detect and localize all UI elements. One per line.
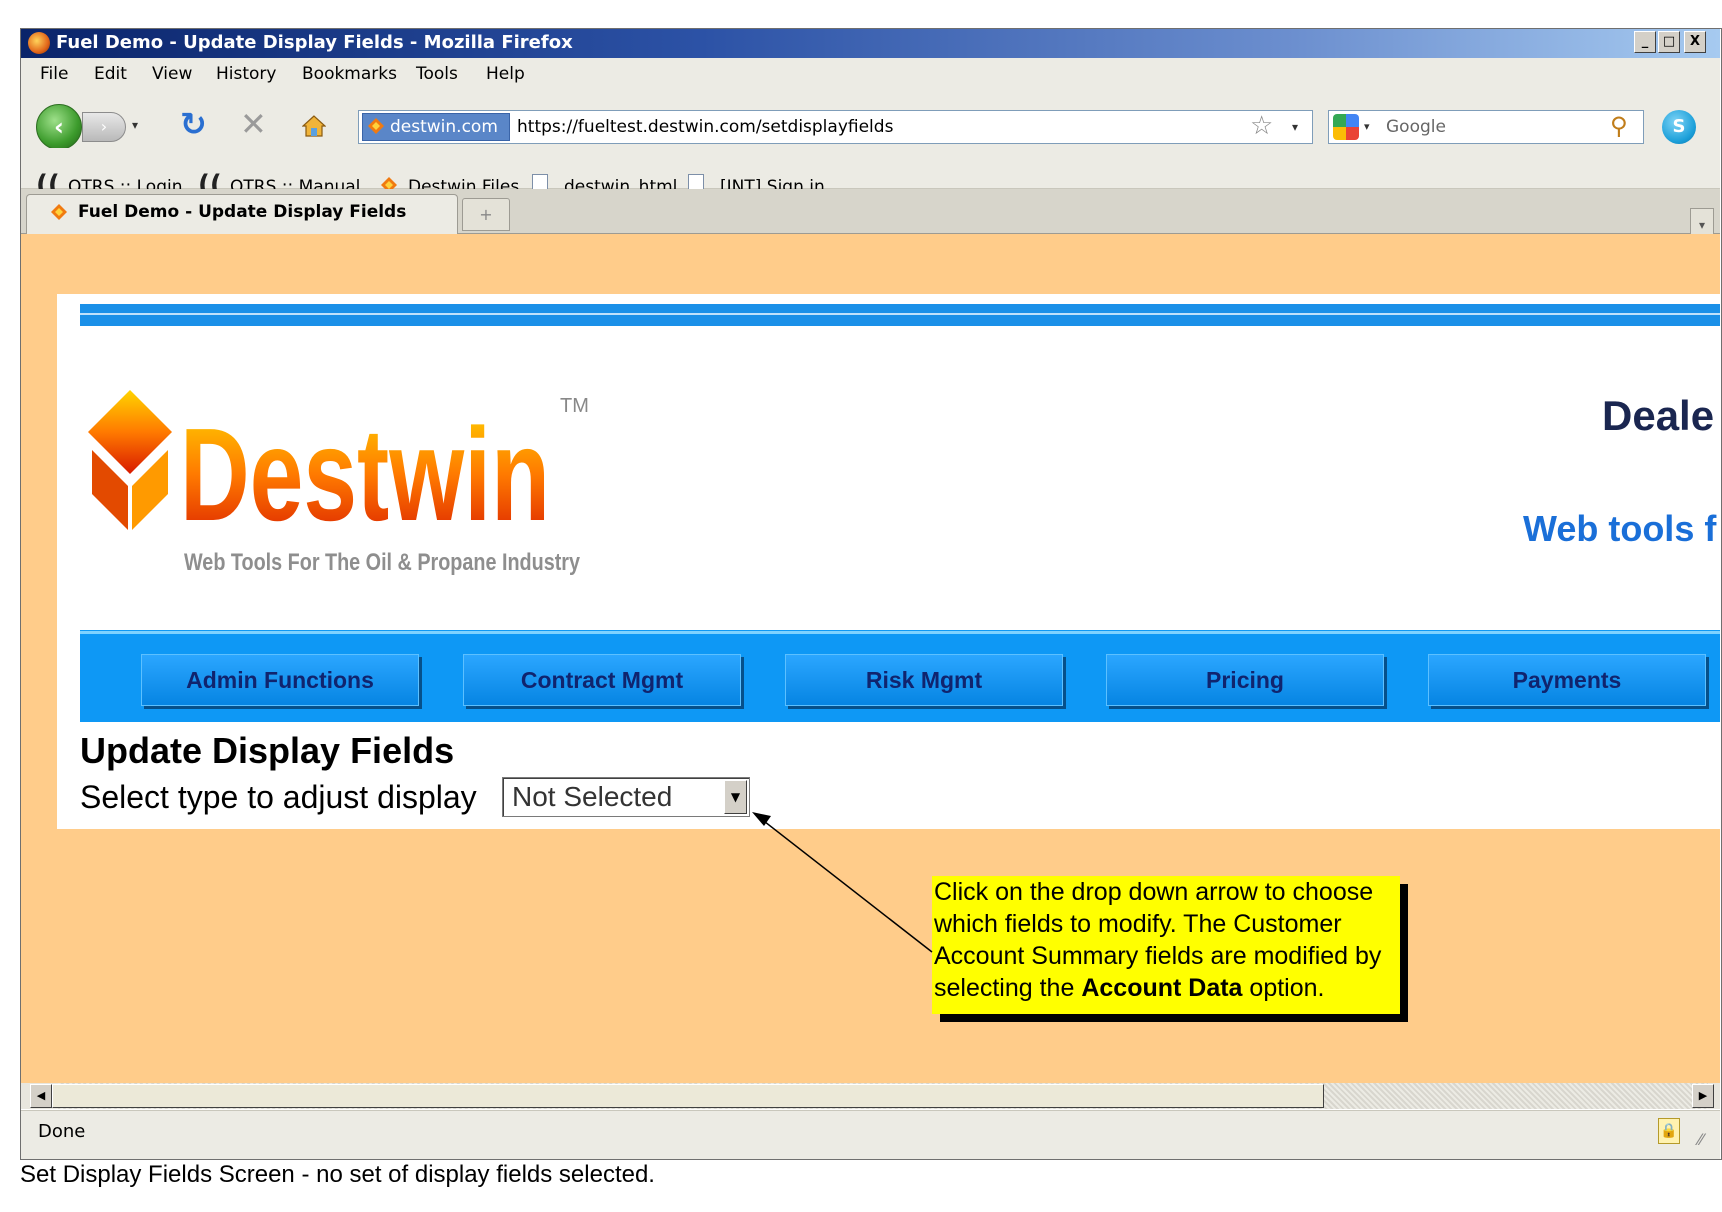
home-icon[interactable] xyxy=(302,114,326,138)
search-placeholder: Google xyxy=(1386,117,1446,137)
logo-tagline: Web Tools For The Oil & Propane Industry xyxy=(184,549,581,576)
menu-bookmarks[interactable]: Bookmarks xyxy=(302,64,397,84)
history-dropdown-icon[interactable]: ▾ xyxy=(132,118,138,132)
nav-admin-functions[interactable]: Admin Functions xyxy=(141,654,419,706)
engine-dropdown-icon[interactable]: ▾ xyxy=(1364,120,1370,133)
status-text: Done xyxy=(38,1121,86,1142)
page-title: Update Display Fields xyxy=(80,730,455,771)
scroll-right-button[interactable]: ▶ xyxy=(1692,1084,1714,1108)
window-title: Fuel Demo - Update Display Fields - Mozi… xyxy=(56,32,573,53)
select-type-label: Select type to adjust display xyxy=(80,779,477,815)
dropdown-arrow-icon[interactable]: ▼ xyxy=(724,780,747,814)
header-bar-highlight xyxy=(80,313,1720,315)
search-icon[interactable]: ⚲ xyxy=(1610,112,1628,140)
menu-view[interactable]: View xyxy=(152,64,192,84)
destwin-logo: Destwin TM Web Tools For The Oil & Propa… xyxy=(88,390,589,576)
nav-pricing[interactable]: Pricing xyxy=(1106,654,1384,706)
figure-caption: Set Display Fields Screen - no set of di… xyxy=(20,1161,655,1188)
close-button[interactable]: X xyxy=(1684,31,1706,53)
dealer-heading: Deale xyxy=(1602,392,1715,439)
url-text[interactable]: https://fueltest.destwin.com/setdisplayf… xyxy=(517,117,893,137)
menu-edit[interactable]: Edit xyxy=(94,64,127,84)
menu-history[interactable]: History xyxy=(216,64,276,84)
destwin-favicon-icon xyxy=(51,204,67,220)
stop-icon[interactable]: ✕ xyxy=(240,106,267,142)
annotation-text: Click on the drop down arrow to choose w… xyxy=(934,878,1382,1002)
status-bar xyxy=(21,1110,1720,1159)
menu-help[interactable]: Help xyxy=(486,64,525,84)
display-type-select-value: Not Selected xyxy=(512,781,673,812)
back-button[interactable]: ‹ xyxy=(36,104,82,150)
url-dropdown-icon[interactable]: ▾ xyxy=(1292,120,1298,134)
main-navigation-highlight xyxy=(80,631,1720,634)
site-identity-text: destwin.com xyxy=(390,117,498,137)
annotation-bold-text: Account Data xyxy=(1081,974,1243,1002)
maximize-button[interactable]: □ xyxy=(1658,31,1680,53)
scroll-left-button[interactable]: ◀ xyxy=(30,1084,52,1108)
bookmark-star-icon[interactable]: ☆ xyxy=(1250,112,1273,140)
nav-payments[interactable]: Payments xyxy=(1428,654,1706,706)
firefox-icon xyxy=(28,32,50,54)
lock-icon[interactable]: 🔒 xyxy=(1658,1118,1680,1144)
google-engine-icon[interactable] xyxy=(1333,114,1359,140)
menu-tools[interactable]: Tools xyxy=(416,64,458,84)
header-bar xyxy=(80,304,1720,326)
logo-tm: TM xyxy=(560,395,589,417)
scrollbar-thumb[interactable] xyxy=(52,1084,1324,1108)
nav-contract-mgmt[interactable]: Contract Mgmt xyxy=(463,654,741,706)
skype-icon[interactable]: S xyxy=(1662,110,1696,144)
nav-risk-mgmt[interactable]: Risk Mgmt xyxy=(785,654,1063,706)
forward-button[interactable]: › xyxy=(82,112,126,142)
tagline-heading: Web tools f xyxy=(1523,508,1717,549)
resize-grip-icon[interactable]: ⁄⁄ xyxy=(1698,1130,1703,1150)
tab-label: Fuel Demo - Update Display Fields xyxy=(78,202,407,222)
logo-wordmark: Destwin xyxy=(180,401,550,548)
minimize-button[interactable]: _ xyxy=(1634,31,1656,53)
new-tab-button[interactable]: + xyxy=(462,198,510,231)
menu-file[interactable]: File xyxy=(40,64,68,84)
reload-icon[interactable]: ↻ xyxy=(180,106,207,142)
search-input[interactable] xyxy=(1328,110,1644,144)
destwin-favicon-icon xyxy=(368,118,384,134)
